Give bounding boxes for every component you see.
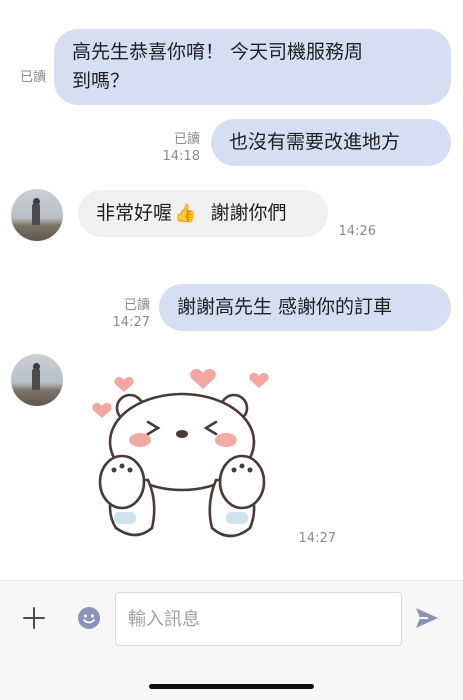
message-time: 14:26 xyxy=(338,224,376,239)
message-time: 14:18 xyxy=(162,149,200,164)
message-time: 14:27 xyxy=(298,531,336,546)
emoji-icon[interactable] xyxy=(77,606,101,630)
read-receipt: 已讀 xyxy=(19,70,46,85)
avatar-figure xyxy=(32,203,40,225)
message-bubble-incoming[interactable]: 非常好喔 👍 謝謝你們 xyxy=(78,190,328,237)
send-icon[interactable] xyxy=(414,606,440,630)
message-bubble-outgoing[interactable]: 高先生恭喜你唷！ 今天司機服務周 到嗎？ xyxy=(54,29,451,105)
message-time: 14:27 xyxy=(112,315,150,330)
read-receipt: 已讀 xyxy=(123,298,150,313)
avatar[interactable] xyxy=(11,354,63,406)
message-bubble-outgoing[interactable]: 謝謝高先生 感謝你的訂車 xyxy=(159,284,451,331)
home-indicator[interactable] xyxy=(149,684,314,689)
message-text: 非常好喔 xyxy=(96,202,173,224)
read-receipt: 已讀 xyxy=(173,132,200,147)
thumbs-up-icon: 👍 xyxy=(174,203,197,224)
message-meta: 已讀 14:18 xyxy=(150,131,200,165)
message-text: 謝謝高先生 感謝你的訂車 xyxy=(177,296,393,318)
chat-area: 高先生恭喜你唷！ 今天司機服務周 到嗎？ 已讀 也沒有需要改進地方 已讀 14:… xyxy=(0,0,463,580)
message-text-line: 高先生恭喜你唷！ 今天司機服務周 xyxy=(72,41,364,63)
message-meta: 已讀 14:27 xyxy=(100,297,150,331)
message-meta: 已讀 xyxy=(6,69,46,86)
message-text: 也沒有需要改進地方 xyxy=(229,131,401,153)
message-bubble-outgoing[interactable]: 也沒有需要改進地方 xyxy=(211,119,451,166)
avatar-figure xyxy=(32,368,40,390)
message-input[interactable] xyxy=(115,592,402,646)
message-text: 謝謝你們 xyxy=(210,202,287,224)
message-text-line: 到嗎？ xyxy=(72,70,130,92)
plus-icon[interactable] xyxy=(20,604,48,632)
bear-love-sticker[interactable] xyxy=(86,362,286,542)
avatar[interactable] xyxy=(11,189,63,241)
